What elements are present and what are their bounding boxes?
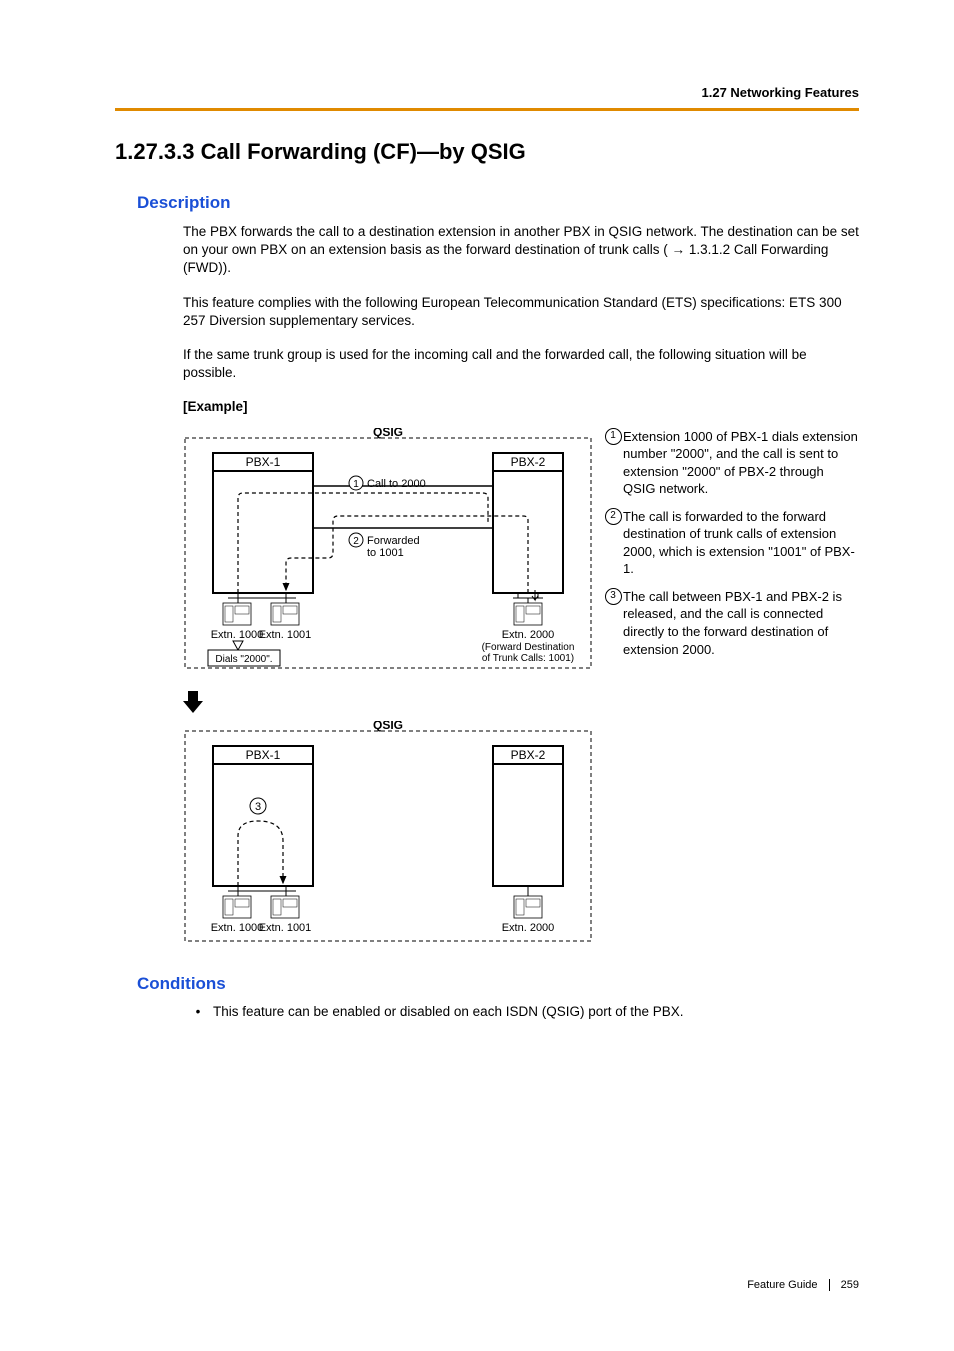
pbx2-label-2: PBX-2 <box>511 748 546 762</box>
footer-guide: Feature Guide <box>747 1279 817 1291</box>
condition-text-1: This feature can be enabled or disabled … <box>213 1004 684 1019</box>
forwarded-label-a: Forwarded <box>367 535 420 547</box>
phone-icon <box>514 896 542 918</box>
ext1000-label-2: Extn. 1000 <box>211 922 264 934</box>
pbx1-label: PBX-1 <box>246 455 281 469</box>
d-num1: 1 <box>353 479 359 490</box>
d-num2: 2 <box>353 536 359 547</box>
forwarded-label-b: to 1001 <box>367 547 404 559</box>
phone-icon <box>223 603 251 625</box>
step-3-text: The call between PBX-1 and PBX-2 is rele… <box>623 588 859 658</box>
footer-page: 259 <box>841 1279 859 1291</box>
conditions-heading: Conditions <box>137 974 859 994</box>
phone-icon <box>514 603 542 625</box>
diagram-2: QSIG PBX-1 PBX-2 3 <box>183 721 593 946</box>
dials-label: Dials "2000". <box>215 654 272 665</box>
page-footer: Feature Guide 259 <box>747 1279 859 1291</box>
step-2-text: The call is forwarded to the forward des… <box>623 508 859 578</box>
phone-icon <box>271 603 299 625</box>
fwd-dest-a: (Forward Destination <box>482 642 575 653</box>
ext2000-label: Extn. 2000 <box>502 629 555 641</box>
description-p1: The PBX forwards the call to a destinati… <box>183 223 859 278</box>
header-rule <box>115 108 859 111</box>
diagram-1: QSIG PBX-1 PBX-2 1 Call to 2000 <box>183 428 593 683</box>
ext1001-label: Extn. 1001 <box>259 629 312 641</box>
pbx1-label-2: PBX-1 <box>246 748 281 762</box>
steps-list: 1 Extension 1000 of PBX-1 dials extensio… <box>603 428 859 669</box>
phone-icon <box>223 896 251 918</box>
description-heading: Description <box>137 193 859 213</box>
step-num-3: 3 <box>605 588 622 605</box>
ext2000-label-2: Extn. 2000 <box>502 922 555 934</box>
example-label: [Example] <box>183 399 859 414</box>
condition-bullet-1: • This feature can be enabled or disable… <box>183 1004 859 1019</box>
qsig-label-2: QSIG <box>373 721 403 732</box>
description-p3: If the same trunk group is used for the … <box>183 346 859 382</box>
d-num3: 3 <box>255 801 261 813</box>
down-arrow-icon <box>183 691 593 713</box>
pbx2-label: PBX-2 <box>511 455 546 469</box>
header-breadcrumb: 1.27 Networking Features <box>115 85 859 100</box>
ext1000-label: Extn. 1000 <box>211 629 264 641</box>
description-p1b: ). <box>223 260 231 275</box>
call-to-label: Call to 2000 <box>367 478 426 490</box>
step-num-2: 2 <box>605 508 622 525</box>
description-p2: This feature complies with the following… <box>183 294 859 330</box>
step-1-text: Extension 1000 of PBX-1 dials extension … <box>623 428 859 498</box>
qsig-label: QSIG <box>373 428 403 439</box>
page-title: 1.27.3.3 Call Forwarding (CF)—by QSIG <box>115 139 859 165</box>
fwd-dest-b: of Trunk Calls: 1001) <box>482 653 574 664</box>
arrow-icon: → <box>672 242 689 257</box>
phone-icon <box>271 896 299 918</box>
ext1001-label-2: Extn. 1001 <box>259 922 312 934</box>
step-num-1: 1 <box>605 428 622 445</box>
bullet-icon: • <box>183 1004 213 1019</box>
